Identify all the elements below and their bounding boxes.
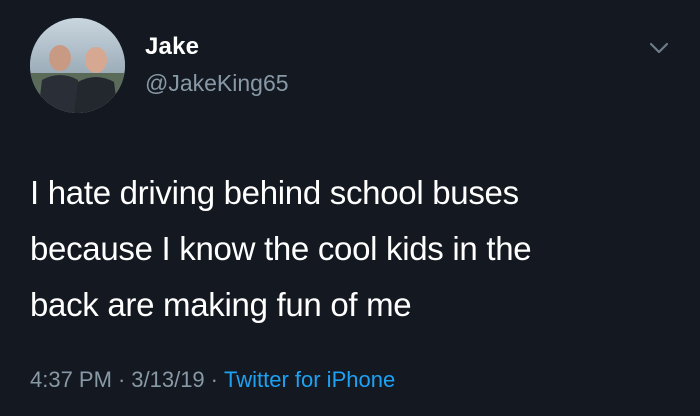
tweet-text-line: because I know the cool kids in the <box>30 230 532 267</box>
meta-separator: · <box>210 367 218 392</box>
display-name[interactable]: Jake <box>145 33 199 61</box>
avatar[interactable] <box>30 18 125 113</box>
meta-separator: · <box>117 367 126 392</box>
tweet-time[interactable]: 4:37 PM <box>30 367 112 392</box>
tweet-text-line: I hate driving behind school buses <box>30 174 519 211</box>
tweet-text-line: back are making fun of me <box>30 286 412 323</box>
chevron-down-icon[interactable] <box>648 40 670 56</box>
tweet-card: Jake @JakeKing65 I hate driving behind s… <box>0 0 700 416</box>
tweet-text: I hate driving behind school buses becau… <box>30 165 670 333</box>
tweet-meta: 4:37 PM · 3/13/19 · Twitter for iPhone <box>30 367 395 393</box>
tweet-date[interactable]: 3/13/19 <box>131 367 204 392</box>
avatar-image <box>30 18 125 113</box>
tweet-source-link[interactable]: Twitter for iPhone <box>224 367 395 392</box>
user-handle[interactable]: @JakeKing65 <box>145 70 289 97</box>
